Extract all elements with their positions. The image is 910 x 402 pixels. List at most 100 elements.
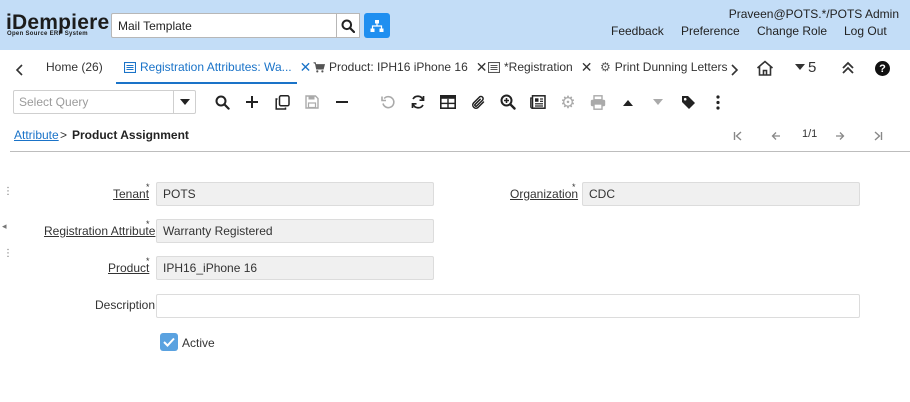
- organization-label[interactable]: Organization: [510, 187, 578, 201]
- global-search-input[interactable]: [111, 13, 337, 38]
- tag-icon: [681, 95, 695, 109]
- collapse-header-button[interactable]: [841, 61, 855, 78]
- splitter-handle[interactable]: ⋮: [3, 249, 13, 259]
- prev-record-nav-button[interactable]: [771, 130, 781, 144]
- required-marker: *: [572, 182, 576, 192]
- home-button[interactable]: [756, 60, 774, 79]
- tenant-field[interactable]: POTS: [156, 182, 434, 206]
- undo-icon: [380, 95, 395, 108]
- splitter-handle[interactable]: ⋮: [3, 187, 13, 197]
- tab-scroll-right-button[interactable]: [729, 64, 739, 79]
- logout-link[interactable]: Log Out: [844, 24, 887, 38]
- arrow-right-icon: [836, 132, 845, 140]
- query-placeholder: Select Query: [19, 95, 89, 109]
- active-label: Active: [182, 336, 215, 350]
- find-button[interactable]: [212, 92, 232, 112]
- arrow-left-icon: [771, 132, 780, 140]
- delete-button[interactable]: [332, 92, 352, 112]
- change-role-link[interactable]: Change Role: [757, 24, 827, 38]
- active-tab-indicator: [116, 82, 297, 84]
- print-icon: [590, 94, 606, 110]
- next-record-nav-button[interactable]: [835, 130, 845, 144]
- caret-down-icon: [795, 64, 805, 70]
- checkmark-icon: [163, 337, 175, 347]
- tab-registration[interactable]: *Registration ✕: [488, 59, 592, 75]
- tab-registration-attributes[interactable]: Registration Attributes: Wa... ✕: [124, 59, 311, 75]
- tenant-label[interactable]: Tenant: [113, 187, 149, 201]
- home-icon: [756, 60, 774, 76]
- first-record-button[interactable]: [733, 130, 743, 144]
- tab-label: Home (26): [46, 60, 103, 74]
- breadcrumb-parent-link[interactable]: Attribute: [14, 128, 59, 142]
- copy-record-button[interactable]: [272, 92, 292, 112]
- chevron-left-icon: [15, 64, 23, 76]
- search-icon: [341, 19, 355, 33]
- copy-icon: [274, 94, 290, 110]
- attachment-icon: [471, 95, 484, 109]
- user-role-label[interactable]: Praveen@POTS.*/POTS Admin: [729, 7, 899, 21]
- description-field[interactable]: [156, 294, 860, 318]
- preference-link[interactable]: Preference: [681, 24, 740, 38]
- tab-label: Product: IPH16 iPhone 16: [329, 60, 468, 74]
- caret-down-icon: [179, 99, 190, 105]
- header-divider: [10, 151, 910, 152]
- tab-label: *Registration: [504, 60, 573, 74]
- save-button[interactable]: [302, 92, 322, 112]
- close-icon[interactable]: ✕: [581, 59, 593, 76]
- cart-icon: [313, 61, 325, 72]
- delete-icon: [336, 101, 348, 103]
- registration-attribute-label[interactable]: Registration Attribute: [44, 224, 155, 238]
- zoom-across-icon: [500, 94, 516, 110]
- description-label: Description: [95, 298, 156, 312]
- more-icon: [716, 94, 720, 110]
- new-record-button[interactable]: [242, 92, 262, 112]
- tag-button[interactable]: [678, 92, 698, 112]
- product-field[interactable]: IPH16_iPhone 16: [156, 256, 434, 280]
- double-chevron-up-icon: [842, 61, 854, 74]
- help-icon[interactable]: ?: [875, 61, 890, 76]
- product-label[interactable]: Product: [108, 261, 149, 275]
- tab-label: Registration Attributes: Wa...: [140, 60, 292, 74]
- grid-toggle-icon: [440, 95, 456, 109]
- last-record-button[interactable]: [873, 130, 883, 144]
- process-icon: ⚙: [560, 92, 576, 112]
- collapse-west-icon[interactable]: ◂: [2, 221, 7, 232]
- active-checkbox[interactable]: [160, 333, 178, 351]
- tab-print-dunning-letters[interactable]: ⚙ Print Dunning Letters: [600, 59, 728, 75]
- next-record-button[interactable]: [648, 92, 668, 112]
- logo-subtitle: Open Source ERP System: [7, 31, 88, 37]
- grid-toggle-button[interactable]: [438, 92, 458, 112]
- required-marker: *: [146, 182, 150, 192]
- select-query-dropdown[interactable]: Select Query: [13, 90, 196, 114]
- previous-record-button[interactable]: [618, 92, 638, 112]
- registration-attribute-field[interactable]: Warranty Registered: [156, 219, 434, 243]
- close-icon[interactable]: ✕: [300, 59, 312, 76]
- process-button[interactable]: ⚙: [558, 92, 578, 112]
- feedback-link[interactable]: Feedback: [611, 24, 664, 38]
- attachment-button[interactable]: [468, 92, 488, 112]
- required-marker: *: [146, 219, 150, 229]
- sitemap-button[interactable]: [364, 13, 390, 38]
- tab-home[interactable]: Home (26): [46, 59, 103, 75]
- more-options-button[interactable]: [708, 92, 728, 112]
- tab-scroll-left-button[interactable]: [15, 64, 25, 79]
- zoom-across-button[interactable]: [498, 92, 518, 112]
- previous-icon: [623, 99, 633, 106]
- breadcrumb-separator: >: [60, 128, 68, 142]
- app-logo[interactable]: iDempiere Open Source ERP System: [6, 11, 109, 40]
- organization-field[interactable]: CDC: [582, 182, 860, 206]
- report-button[interactable]: [528, 92, 548, 112]
- first-record-icon: [733, 131, 742, 141]
- search-button[interactable]: [336, 13, 360, 38]
- query-dropdown-toggle[interactable]: [173, 91, 195, 113]
- window-list-dropdown[interactable]: 5: [795, 59, 816, 76]
- last-record-icon: [874, 131, 883, 141]
- print-button[interactable]: [588, 92, 608, 112]
- record-counter: 1/1: [802, 128, 818, 140]
- undo-button[interactable]: [378, 92, 398, 112]
- refresh-button[interactable]: [408, 92, 428, 112]
- close-icon[interactable]: ✕: [476, 59, 488, 76]
- tab-label: Print Dunning Letters: [614, 60, 728, 74]
- save-icon: [305, 95, 319, 109]
- tab-product[interactable]: Product: IPH16 iPhone 16 ✕: [313, 59, 488, 75]
